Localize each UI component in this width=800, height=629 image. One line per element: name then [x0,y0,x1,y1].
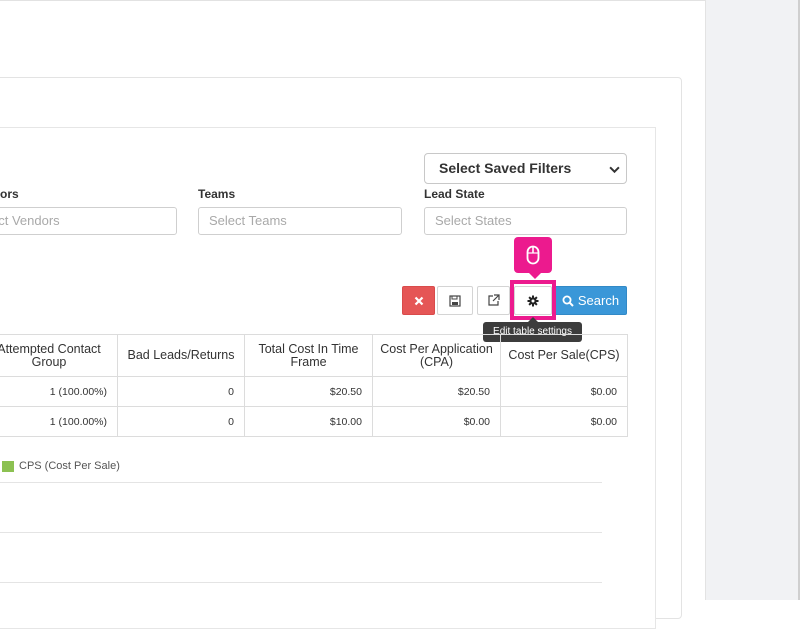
floppy-disk-icon [449,294,461,307]
lead-state-select[interactable]: Select States [424,207,627,235]
chevron-down-icon [609,166,620,174]
save-filters-button[interactable] [437,286,473,315]
cell-cpa: $20.50 [372,376,501,407]
col-total-cost[interactable]: Total Cost In Time Frame [244,334,373,377]
legend-swatch-cps [2,461,14,472]
cell-bad-leads: 0 [117,376,245,407]
table-row: 1 (100.00%) 0 $20.50 $20.50 $0.00 [0,376,628,407]
search-icon [562,295,574,307]
export-button[interactable] [477,286,510,315]
chart-gridline [0,482,602,483]
mouse-icon [526,245,540,265]
cell-total-cost: $20.50 [244,376,373,407]
chart-gridline [0,582,602,583]
clear-filters-button[interactable] [402,286,435,315]
saved-filters-value: Select Saved Filters [439,160,572,176]
times-icon [414,296,423,305]
teams-placeholder: Select Teams [209,213,287,228]
stats-table: Attempted Contact Group Bad Leads/Return… [0,334,628,437]
search-button[interactable]: Search [554,286,627,315]
right-gutter [705,0,798,600]
external-link-icon [488,294,500,306]
table-header-row: Attempted Contact Group Bad Leads/Return… [0,334,628,377]
legend-label-cps[interactable]: CPS (Cost Per Sale) [19,460,120,472]
search-button-label: Search [577,293,620,308]
cell-cpa: $0.00 [372,406,501,437]
col-cpa[interactable]: Cost Per Application (CPA) [372,334,501,377]
teams-label: Teams [198,187,236,201]
cell-total-cost: $10.00 [244,406,373,437]
col-bad-leads[interactable]: Bad Leads/Returns [117,334,245,377]
saved-filters-select[interactable]: Select Saved Filters [424,153,627,184]
cell-cps: $0.00 [500,376,628,407]
teams-select[interactable]: Select Teams [198,207,402,235]
vendors-placeholder: ect Vendors [0,213,60,228]
cell-bad-leads: 0 [117,406,245,437]
lead-state-placeholder: Select States [435,213,512,228]
cell-attempted-contact: 1 (100.00%) [0,406,118,437]
vendors-select[interactable]: ect Vendors [0,207,177,235]
chart-gridline [0,532,602,533]
col-cps[interactable]: Cost Per Sale(CPS) [500,334,628,377]
cell-cps: $0.00 [500,406,628,437]
lead-state-label: Lead State [424,187,485,201]
col-attempted-contact[interactable]: Attempted Contact Group [0,334,118,377]
vendors-label: ors [0,187,19,201]
cursor-badge [514,237,552,279]
click-highlight [510,280,556,320]
cell-attempted-contact: 1 (100.00%) [0,376,118,407]
table-row: 1 (100.00%) 0 $10.00 $0.00 $0.00 [0,406,628,437]
